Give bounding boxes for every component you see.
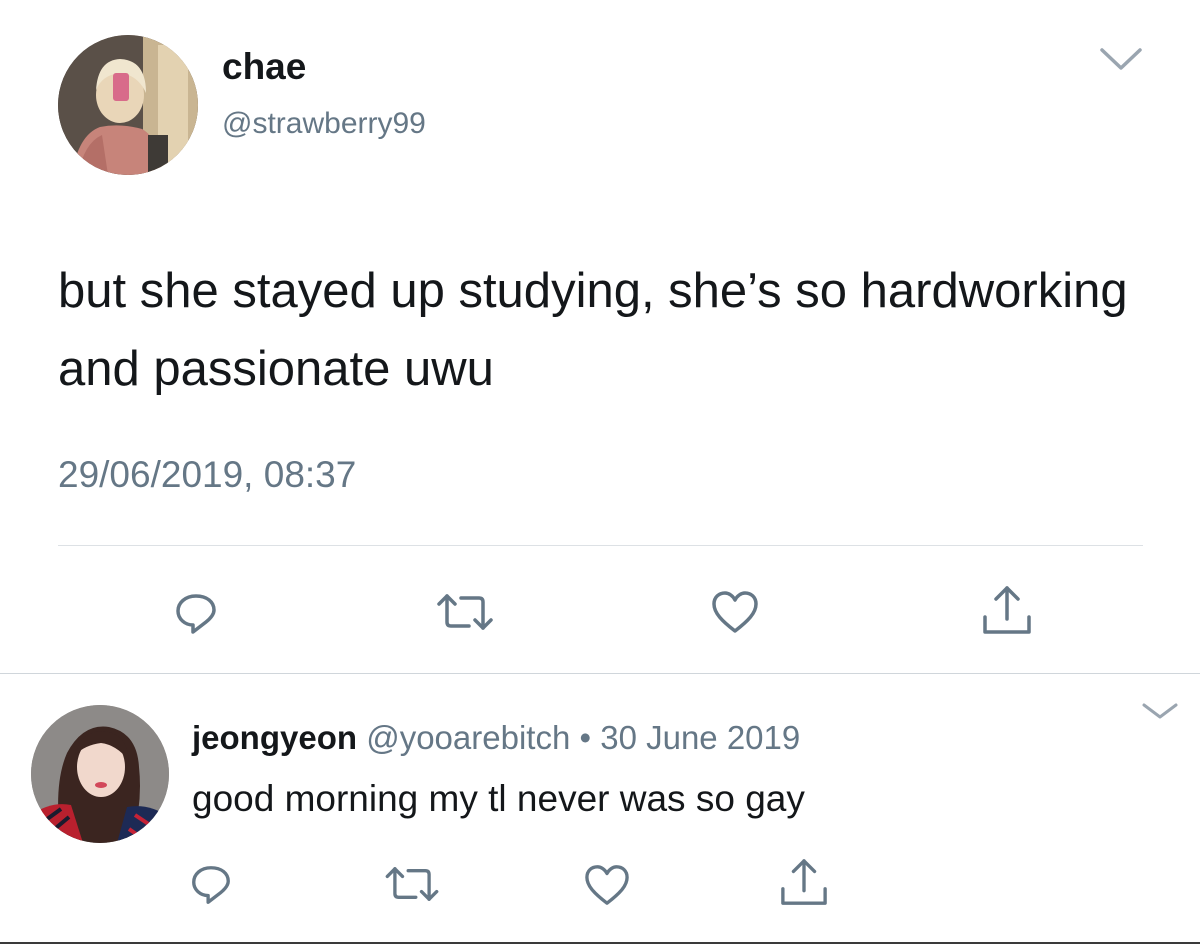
tweet-timestamp[interactable]: 29/06/2019, 08:37 xyxy=(58,452,356,498)
reply-header: jeongyeon @yooarebitch • 30 June 2019 xyxy=(192,717,800,759)
like-icon[interactable] xyxy=(710,589,760,635)
avatar-image xyxy=(31,705,169,843)
avatar[interactable] xyxy=(31,705,169,843)
reply-icon[interactable] xyxy=(172,590,220,638)
user-handle[interactable]: @strawberry99 xyxy=(222,104,426,144)
share-icon[interactable] xyxy=(982,585,1032,637)
divider xyxy=(58,545,1143,546)
like-icon[interactable] xyxy=(583,863,631,907)
tweet-date[interactable]: 30 June 2019 xyxy=(600,719,800,756)
avatar[interactable] xyxy=(58,35,198,175)
chevron-down-icon[interactable] xyxy=(1098,44,1144,74)
retweet-icon[interactable] xyxy=(385,865,439,903)
display-name[interactable]: chae xyxy=(222,44,306,90)
retweet-icon[interactable] xyxy=(437,592,493,632)
tweet-text: but she stayed up studying, she’s so har… xyxy=(58,264,1128,396)
chevron-down-icon[interactable] xyxy=(1140,700,1180,722)
user-handle[interactable]: @yooarebitch xyxy=(366,719,570,756)
avatar-image xyxy=(58,35,198,175)
divider xyxy=(0,673,1200,674)
display-name[interactable]: jeongyeon xyxy=(192,719,357,756)
divider xyxy=(0,942,1200,944)
share-icon[interactable] xyxy=(780,858,828,908)
separator-dot: • xyxy=(579,719,592,756)
reply-icon[interactable] xyxy=(188,862,234,908)
tweet-text: good morning my tl never was so gay xyxy=(192,778,805,819)
